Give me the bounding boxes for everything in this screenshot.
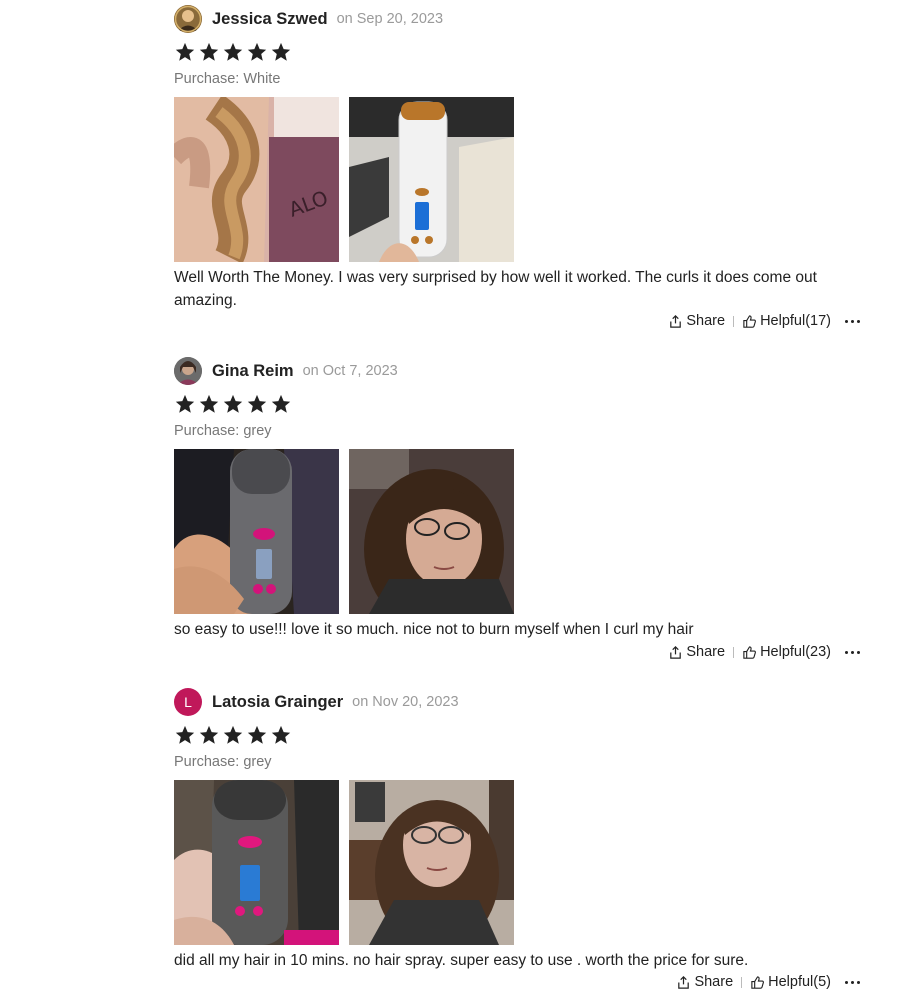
review-actions: Share Helpful(23) [668,644,860,660]
helpful-button[interactable]: Helpful(5) [750,974,831,990]
action-divider [733,315,735,327]
review-actions: Share Helpful(5) [676,974,860,990]
star-icon [223,42,243,61]
avatar-image [174,5,202,33]
review-card: Gina Reim on Oct 7, 2023 Purchase: grey [174,357,864,641]
star-icon [223,394,243,413]
review-text: Well Worth The Money. I was very surpris… [174,269,817,309]
reviewer-selfie-photo [349,780,514,945]
review-photo[interactable] [349,780,514,945]
curled-hair-photo: ALO [174,97,339,262]
star-rating [174,723,864,747]
review-photo[interactable] [174,449,339,614]
star-icon [199,394,219,413]
reviewer-name[interactable]: Latosia Grainger [212,693,343,712]
star-icon [247,42,267,61]
star-icon [271,725,291,744]
avatar[interactable]: L [174,688,202,716]
star-icon [223,725,243,744]
review-date: on Nov 20, 2023 [352,694,459,710]
star-icon [247,725,267,744]
review-header: Jessica Szwed on Sep 20, 2023 [174,5,864,33]
review-header: Gina Reim on Oct 7, 2023 [174,357,864,385]
share-label: Share [694,974,734,990]
star-icon [175,42,195,61]
purchase-variant: Purchase: grey [174,754,272,770]
reviewer-selfie-photo [349,449,514,614]
review-photo[interactable] [349,97,514,262]
more-dots-icon[interactable] [845,316,860,327]
review-text: so easy to use!!! love it so much. nice … [174,621,694,638]
share-icon [670,645,682,659]
thumbs-up-icon [743,314,757,328]
review-photo[interactable] [349,449,514,614]
purchase-variant: Purchase: grey [174,423,272,439]
share-label: Share [686,313,726,329]
star-rating [174,40,864,64]
avatar[interactable] [174,5,202,33]
review-photos: ALO [174,97,864,262]
review-actions: Share Helpful(17) [668,313,860,329]
review-photo[interactable]: ALO [174,97,339,262]
share-label: Share [686,644,726,660]
reviewer-name[interactable]: Jessica Szwed [212,10,328,29]
star-icon [271,394,291,413]
avatar-image [174,357,202,385]
star-rating [174,392,864,416]
review-card: Jessica Szwed on Sep 20, 2023 Purchase: … [174,5,864,312]
star-icon [199,725,219,744]
review-card: L Latosia Grainger on Nov 20, 2023 Purch… [174,688,864,972]
avatar[interactable] [174,357,202,385]
purchase-variant: Purchase: White [174,71,281,87]
review-header: L Latosia Grainger on Nov 20, 2023 [174,688,864,716]
hair-curler-photo [174,780,339,945]
thumbs-up-icon [743,645,757,659]
star-icon [271,42,291,61]
helpful-label: Helpful(23) [760,644,831,660]
hair-curler-photo [174,449,339,614]
action-divider [741,976,743,988]
review-date: on Oct 7, 2023 [302,363,398,379]
helpful-button[interactable]: Helpful(17) [742,313,831,329]
star-icon [199,42,219,61]
helpful-label: Helpful(17) [760,313,831,329]
review-date: on Sep 20, 2023 [336,11,444,27]
more-dots-icon[interactable] [845,647,860,658]
review-text: did all my hair in 10 mins. no hair spra… [174,952,749,969]
reviewer-name[interactable]: Gina Reim [212,362,294,381]
share-icon [678,975,690,989]
thumbs-up-icon [751,975,765,989]
star-icon [247,394,267,413]
star-icon [175,725,195,744]
review-photos [174,780,864,945]
hair-curler-photo [349,97,514,262]
helpful-button[interactable]: Helpful(23) [742,644,831,660]
helpful-label: Helpful(5) [768,974,831,990]
more-dots-icon[interactable] [845,977,860,988]
share-icon [670,314,682,328]
share-button[interactable]: Share [668,644,725,660]
action-divider [733,646,735,658]
review-photo[interactable] [174,780,339,945]
share-button[interactable]: Share [676,974,733,990]
review-photos [174,449,864,614]
star-icon [175,394,195,413]
share-button[interactable]: Share [668,313,725,329]
